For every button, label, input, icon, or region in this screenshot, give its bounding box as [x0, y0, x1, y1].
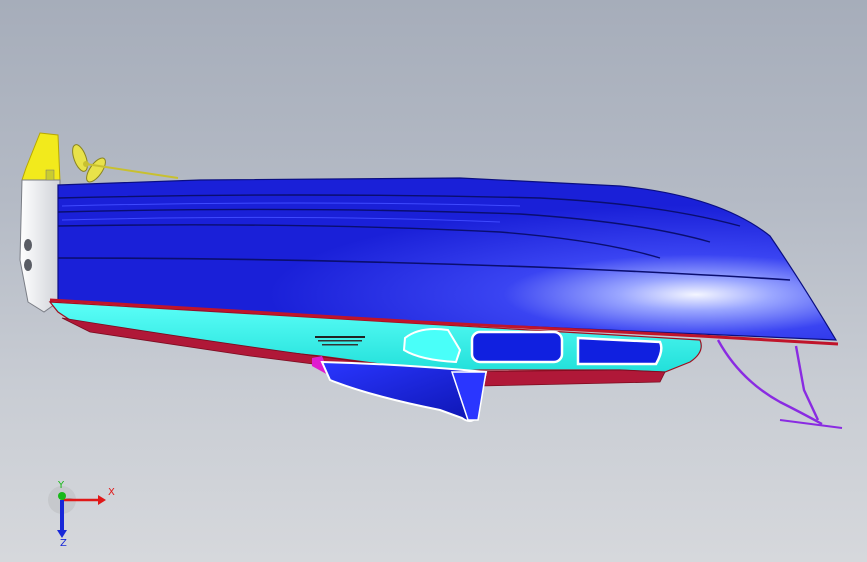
- y-axis-label: Y: [57, 480, 65, 491]
- hull-window-rear[interactable]: [576, 336, 663, 366]
- hull-window-middle[interactable]: [470, 330, 564, 364]
- stern-fitting: [45, 169, 55, 181]
- bow-strut[interactable]: [716, 339, 843, 429]
- z-axis-label: Z: [60, 538, 67, 548]
- x-axis-label: X: [108, 487, 115, 498]
- graphics-viewport[interactable]: X Y Z: [0, 0, 867, 562]
- boat-model[interactable]: [0, 0, 867, 562]
- coordinate-triad: X Y Z: [48, 480, 115, 548]
- rudder[interactable]: [21, 132, 61, 183]
- transom[interactable]: [19, 179, 61, 313]
- y-axis-marker: [58, 492, 66, 500]
- hull-text-decal-icon: [315, 336, 365, 346]
